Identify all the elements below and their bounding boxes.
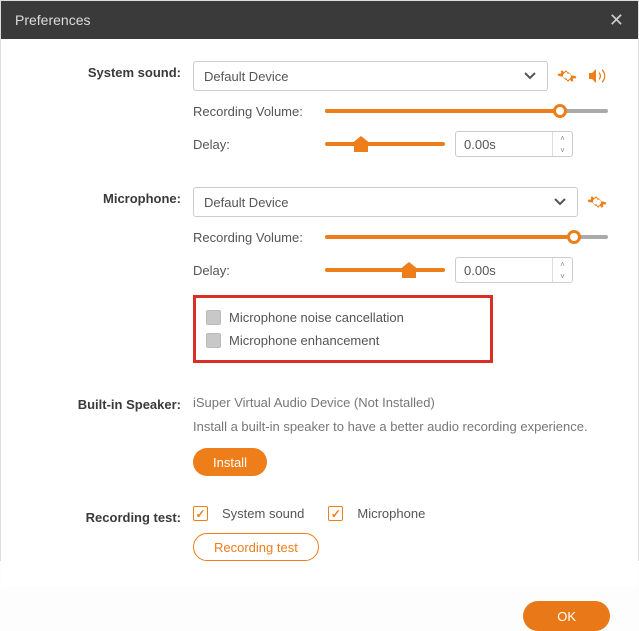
enhancement-checkbox[interactable]	[206, 333, 221, 348]
microphone-settings-icon[interactable]	[586, 191, 608, 213]
mic-delay-spinner[interactable]: 0.00s ˄˅	[455, 257, 573, 283]
speaker-label: Built-in Speaker:	[31, 393, 193, 476]
install-button[interactable]: Install	[193, 448, 267, 476]
footer: OK	[1, 601, 638, 631]
title-bar: Preferences ✕	[1, 1, 638, 39]
spinner-up-icon[interactable]: ˄	[553, 132, 572, 144]
test-microphone-checkbox[interactable]	[328, 506, 343, 521]
mic-rec-vol-label: Recording Volume:	[193, 230, 315, 245]
microphone-device-dropdown[interactable]: Default Device	[193, 187, 578, 217]
mic-rec-vol-slider[interactable]	[325, 227, 608, 247]
noise-cancellation-checkbox[interactable]	[206, 310, 221, 325]
spinner-down-icon[interactable]: ˅	[553, 270, 572, 282]
sys-rec-vol-label: Recording Volume:	[193, 104, 315, 119]
sys-delay-slider[interactable]	[325, 134, 445, 154]
system-sound-device-value: Default Device	[204, 69, 289, 84]
enhancement-label: Microphone enhancement	[229, 333, 379, 348]
noise-cancellation-label: Microphone noise cancellation	[229, 310, 404, 325]
speaker-icon[interactable]	[586, 65, 608, 87]
system-sound-device-dropdown[interactable]: Default Device	[193, 61, 548, 91]
recording-test-button[interactable]: Recording test	[193, 533, 319, 561]
microphone-device-value: Default Device	[204, 195, 289, 210]
microphone-label: Microphone:	[31, 187, 193, 363]
test-label: Recording test:	[31, 506, 193, 561]
ok-button[interactable]: OK	[523, 601, 610, 631]
content-area: System sound: Default Device Recording V…	[1, 39, 638, 587]
mic-delay-label: Delay:	[193, 263, 315, 278]
sys-rec-vol-slider[interactable]	[325, 101, 608, 121]
chevron-down-icon	[523, 69, 537, 83]
window-title: Preferences	[15, 12, 90, 28]
mic-delay-value: 0.00s	[456, 258, 552, 282]
sys-delay-value: 0.00s	[456, 132, 552, 156]
system-sound-label: System sound:	[31, 61, 193, 157]
spinner-down-icon[interactable]: ˅	[553, 144, 572, 156]
sys-delay-label: Delay:	[193, 137, 315, 152]
mic-options-highlight: Microphone noise cancellation Microphone…	[193, 295, 493, 363]
spinner-up-icon[interactable]: ˄	[553, 258, 572, 270]
close-icon[interactable]: ✕	[609, 10, 624, 31]
speaker-status: iSuper Virtual Audio Device (Not Install…	[193, 393, 608, 413]
sys-delay-spinner[interactable]: 0.00s ˄˅	[455, 131, 573, 157]
test-system-sound-checkbox[interactable]	[193, 506, 208, 521]
test-system-sound-label: System sound	[222, 506, 304, 521]
mic-delay-slider[interactable]	[325, 260, 445, 280]
chevron-down-icon	[553, 195, 567, 209]
speaker-info: Install a built-in speaker to have a bet…	[193, 417, 608, 437]
system-sound-settings-icon[interactable]	[556, 65, 578, 87]
test-microphone-label: Microphone	[357, 506, 425, 521]
